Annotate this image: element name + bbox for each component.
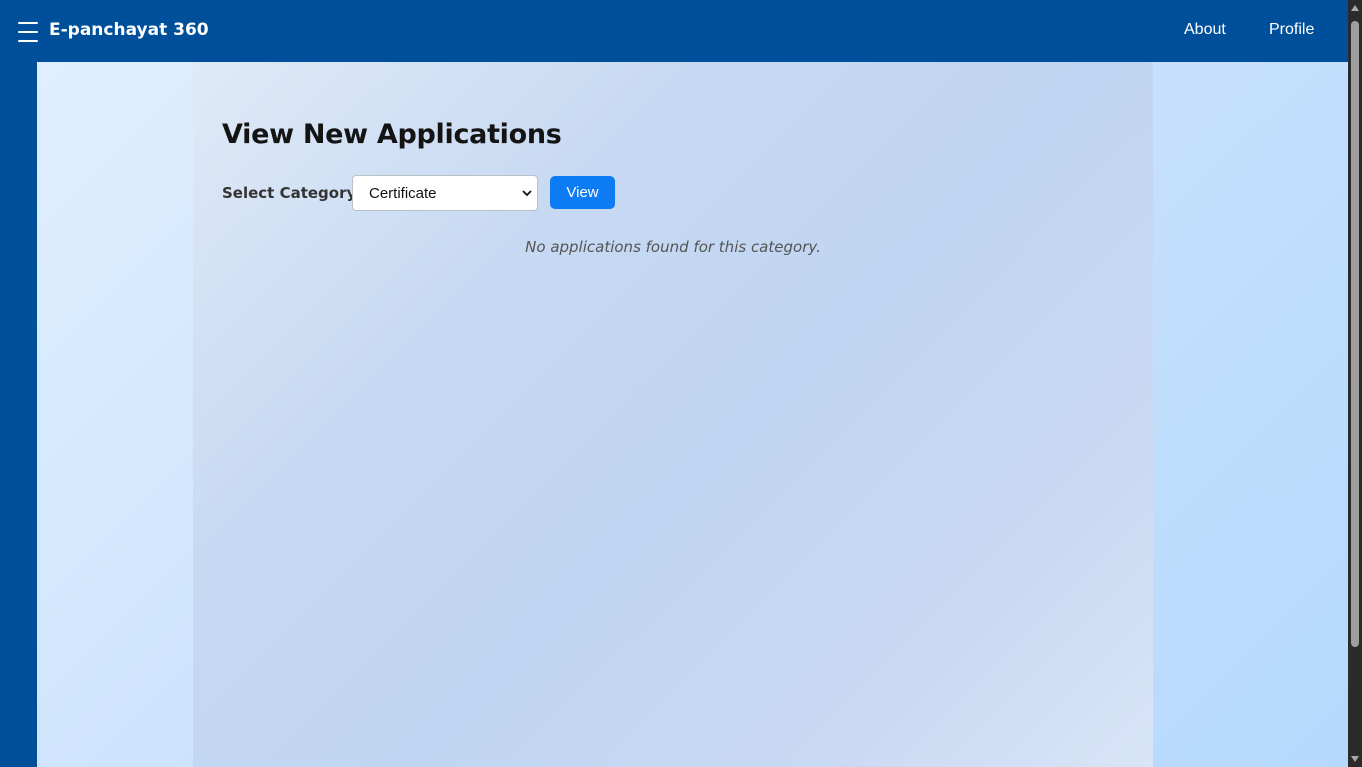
nav-link-about[interactable]: About — [1184, 21, 1226, 39]
empty-message: No applications found for this category. — [525, 238, 821, 256]
hamburger-menu-icon[interactable] — [18, 22, 38, 42]
page-title: View New Applications — [222, 119, 562, 150]
scrollbar-thumb[interactable] — [1351, 21, 1359, 647]
category-select[interactable]: Certificate — [352, 175, 538, 211]
chevron-down-icon — [522, 190, 532, 197]
category-label: Select Category: — [222, 184, 363, 202]
nav-link-profile[interactable]: Profile — [1269, 21, 1314, 39]
scroll-up-arrow-icon[interactable] — [1351, 5, 1359, 11]
top-navbar: E-panchayat 360 About Profile — [0, 0, 1348, 62]
category-selected-value: Certificate — [369, 184, 437, 202]
scroll-down-arrow-icon[interactable] — [1351, 756, 1359, 762]
left-rail — [0, 62, 37, 767]
brand-title: E-panchayat 360 — [49, 20, 209, 40]
vertical-scrollbar[interactable] — [1348, 0, 1362, 767]
view-button[interactable]: View — [550, 176, 615, 209]
content-panel — [193, 62, 1153, 767]
